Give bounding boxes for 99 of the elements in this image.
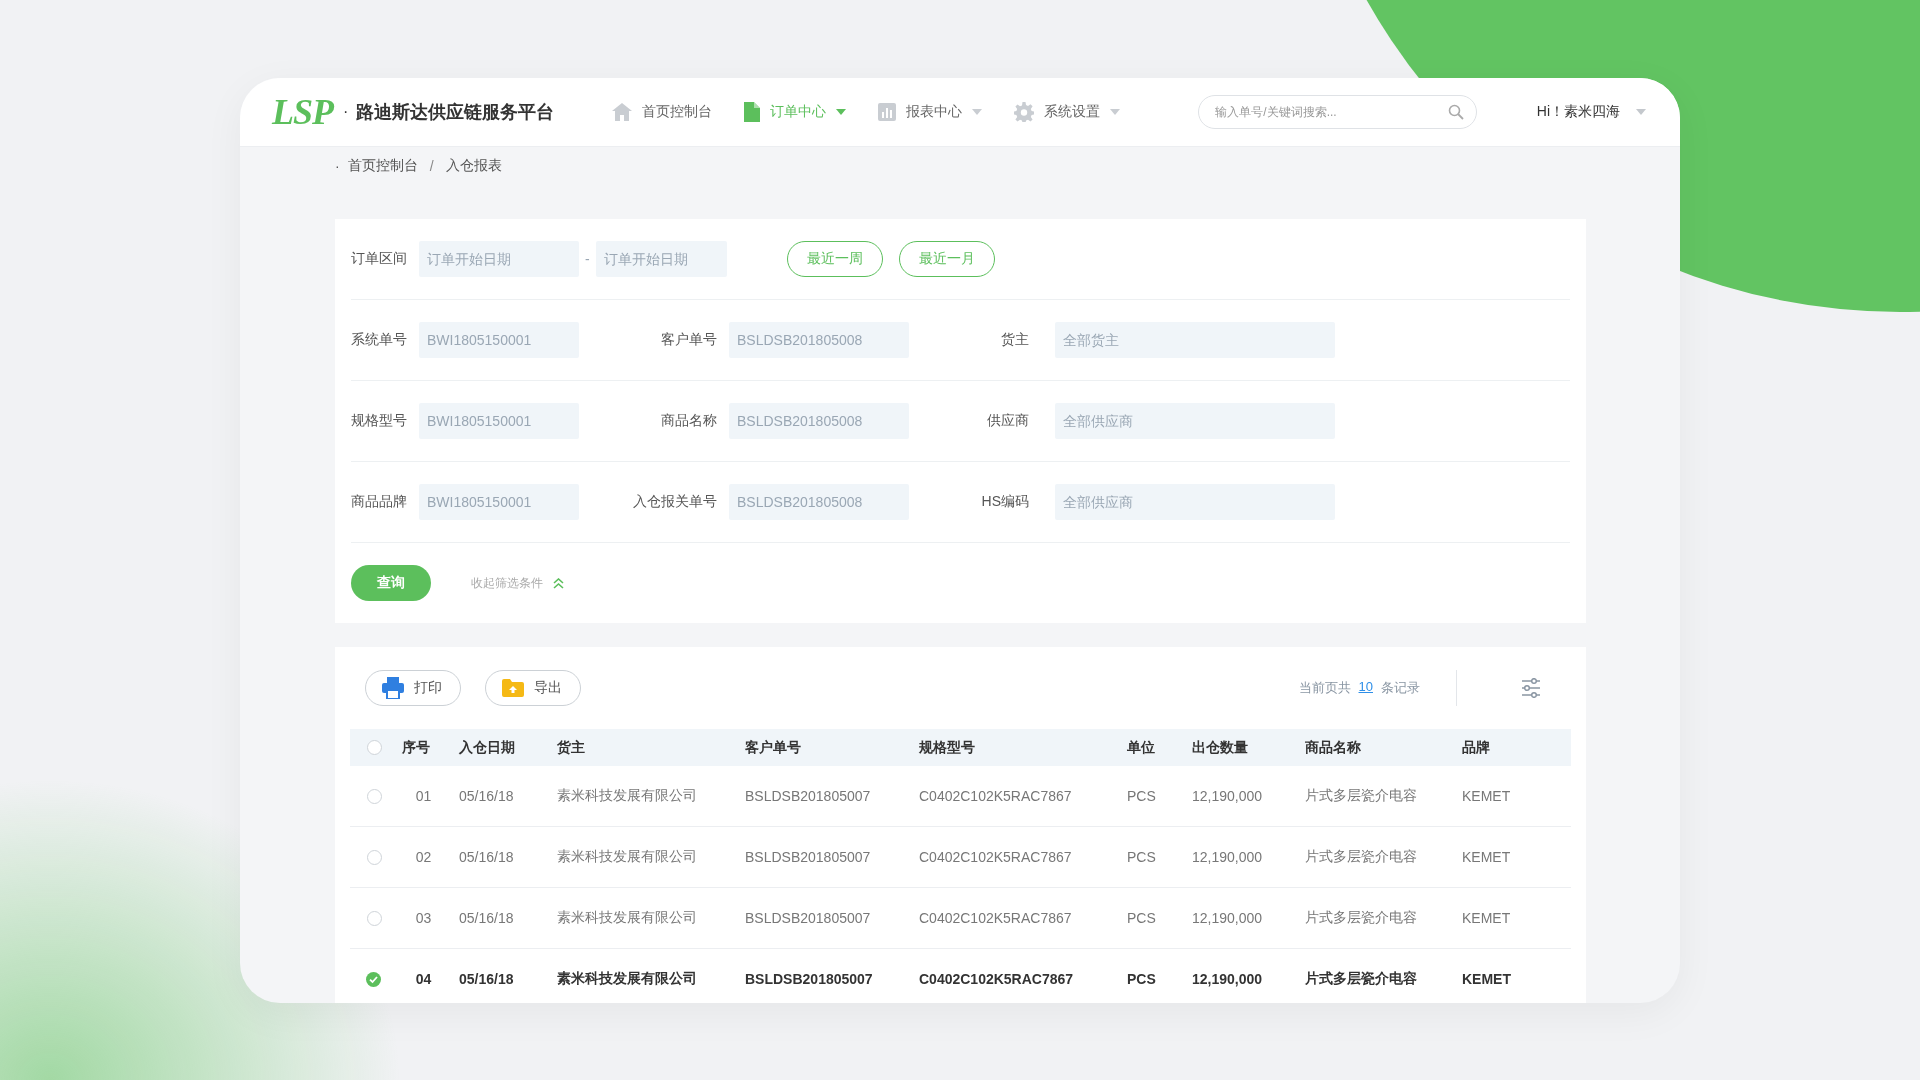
bullet-dot: · xyxy=(335,158,340,174)
platform-title: 路迪斯达供应链服务平台 xyxy=(356,101,555,124)
row-radio[interactable] xyxy=(367,788,382,804)
nav-menu-item[interactable]: 报表中心 xyxy=(878,102,983,122)
home-icon xyxy=(612,103,633,121)
table-cell-text: BSLDSB201805007 xyxy=(744,849,872,865)
table-cell-text: 01 xyxy=(414,788,433,804)
range-dash: - xyxy=(585,251,590,267)
column-header: 出仓数量 xyxy=(1191,738,1249,757)
column-header: 货主 xyxy=(556,738,586,757)
table-cell-text: 05/16/18 xyxy=(458,910,515,926)
column-header: 客户单号 xyxy=(744,738,802,757)
table-cell-text: 05/16/18 xyxy=(458,849,515,865)
input-field[interactable]: 全部供应商 xyxy=(1055,484,1335,520)
table-cell-text: 片式多层瓷介电容 xyxy=(1304,848,1418,866)
table-cell-text: 素米科技发展有限公司 xyxy=(556,787,698,805)
table-cell-text: BSLDSB201805007 xyxy=(744,910,872,926)
table-cell-text: 素米科技发展有限公司 xyxy=(556,970,698,988)
column-header: 序号 xyxy=(401,738,431,757)
nav-menu-item[interactable]: 系统设置 xyxy=(1014,102,1121,122)
column-header: 商品名称 xyxy=(1304,738,1362,757)
table-cell-text: 片式多层瓷介电容 xyxy=(1304,787,1418,805)
table-cell-text: 12,190,000 xyxy=(1191,910,1264,926)
filter-sliders-icon[interactable] xyxy=(1521,678,1541,698)
table-cell-text: PCS xyxy=(1126,849,1157,865)
table-cell-text: 片式多层瓷介电容 xyxy=(1304,970,1418,988)
input-field[interactable]: BSLDSB201805008 xyxy=(729,403,909,439)
table-cell-text: 05/16/18 xyxy=(458,788,515,804)
column-header: 入仓日期 xyxy=(458,738,516,757)
table-cell-text: BSLDSB201805007 xyxy=(744,971,874,987)
table-cell-text: KEMET xyxy=(1461,971,1512,987)
settings-icon xyxy=(1014,102,1035,122)
input-field[interactable]: BWI1805150001 xyxy=(419,484,579,520)
record-count-label: 条记录 xyxy=(1381,679,1420,697)
separator-dot: · xyxy=(343,103,349,121)
column-header: 单位 xyxy=(1126,738,1156,757)
table-cell-text: 03 xyxy=(414,910,433,926)
field-label: 规格型号 xyxy=(351,412,408,430)
bar-chart-icon xyxy=(878,103,897,121)
table-cell-text: C0402C102K5RAC7867 xyxy=(918,971,1075,987)
date-field[interactable]: 订单开始日期 xyxy=(595,241,727,277)
table-cell-text: KEMET xyxy=(1461,910,1512,926)
printer-icon xyxy=(382,677,404,699)
field-label: HS编码 xyxy=(980,493,1030,511)
input-field[interactable]: BSLDSB201805008 xyxy=(729,322,909,358)
search-field[interactable]: 输入单号/关键词搜索... xyxy=(1198,95,1478,129)
field-label: 入仓报关单号 xyxy=(632,493,718,511)
field-label: 货主 xyxy=(1000,331,1030,349)
field-label: 商品名称 xyxy=(660,412,718,430)
record-count-label: 当前页共 xyxy=(1298,679,1351,697)
record-count-link[interactable]: 10 xyxy=(1358,679,1373,697)
table-cell-text: 12,190,000 xyxy=(1191,971,1264,987)
table-cell-text: PCS xyxy=(1126,788,1157,804)
field-label: 系统单号 xyxy=(351,331,408,349)
print-button[interactable]: 打印 xyxy=(365,670,461,706)
table-cell-text: 素米科技发展有限公司 xyxy=(556,909,698,927)
input-field[interactable]: BSLDSB201805008 xyxy=(729,484,909,520)
nav-menu-item[interactable]: 首页控制台 xyxy=(612,102,713,122)
document-icon xyxy=(744,102,761,122)
table-cell-text: 04 xyxy=(414,971,433,987)
caret-icon xyxy=(1636,109,1646,115)
table-cell-text: PCS xyxy=(1126,910,1157,926)
column-header: 品牌 xyxy=(1461,738,1491,757)
field-label: 供应商 xyxy=(986,412,1030,430)
table-cell-text: KEMET xyxy=(1461,849,1512,865)
column-header: 规格型号 xyxy=(918,738,976,757)
table-cell-text: PCS xyxy=(1126,971,1157,987)
logo: LSP xyxy=(272,91,333,133)
search-icon xyxy=(1448,104,1465,120)
export-button[interactable]: 导出 xyxy=(485,670,581,706)
breadcrumb-separator: / xyxy=(429,158,434,174)
input-field[interactable]: 全部供应商 xyxy=(1055,403,1335,439)
checked-radio[interactable] xyxy=(366,971,381,987)
user-greeting[interactable]: Hi！素米四海 xyxy=(1536,103,1620,121)
date-field[interactable]: 订单开始日期 xyxy=(419,241,579,277)
table-cell-text: 12,190,000 xyxy=(1191,849,1264,865)
input-field[interactable]: BWI1805150001 xyxy=(419,322,579,358)
table-cell-text: 片式多层瓷介电容 xyxy=(1304,909,1418,927)
breadcrumb-link[interactable]: 首页控制台 xyxy=(347,157,418,175)
field-label: 订单区间 xyxy=(351,250,408,268)
table-cell-text: KEMET xyxy=(1461,788,1512,804)
table-cell-text: C0402C102K5RAC7867 xyxy=(918,910,1073,926)
input-field[interactable]: BWI1805150001 xyxy=(419,403,579,439)
table-cell-text: C0402C102K5RAC7867 xyxy=(918,849,1073,865)
row-radio[interactable] xyxy=(367,910,382,926)
row-radio[interactable] xyxy=(367,849,382,865)
double-chevron-up-icon xyxy=(553,577,564,589)
table-cell-text: C0402C102K5RAC7867 xyxy=(918,788,1073,804)
input-field[interactable]: 全部货主 xyxy=(1055,322,1335,358)
field-label: 商品品牌 xyxy=(351,493,408,511)
breadcrumb-link[interactable]: 入仓报表 xyxy=(445,157,502,175)
folder-upload-icon xyxy=(502,679,524,697)
table-cell-text: 12,190,000 xyxy=(1191,788,1264,804)
table-cell-text: BSLDSB201805007 xyxy=(744,788,872,804)
table-cell-text: 02 xyxy=(414,849,433,865)
field-label: 客户单号 xyxy=(660,331,718,349)
table-cell-text: 素米科技发展有限公司 xyxy=(556,848,698,866)
row-radio[interactable] xyxy=(367,740,382,755)
table-cell-text: 05/16/18 xyxy=(458,971,515,987)
